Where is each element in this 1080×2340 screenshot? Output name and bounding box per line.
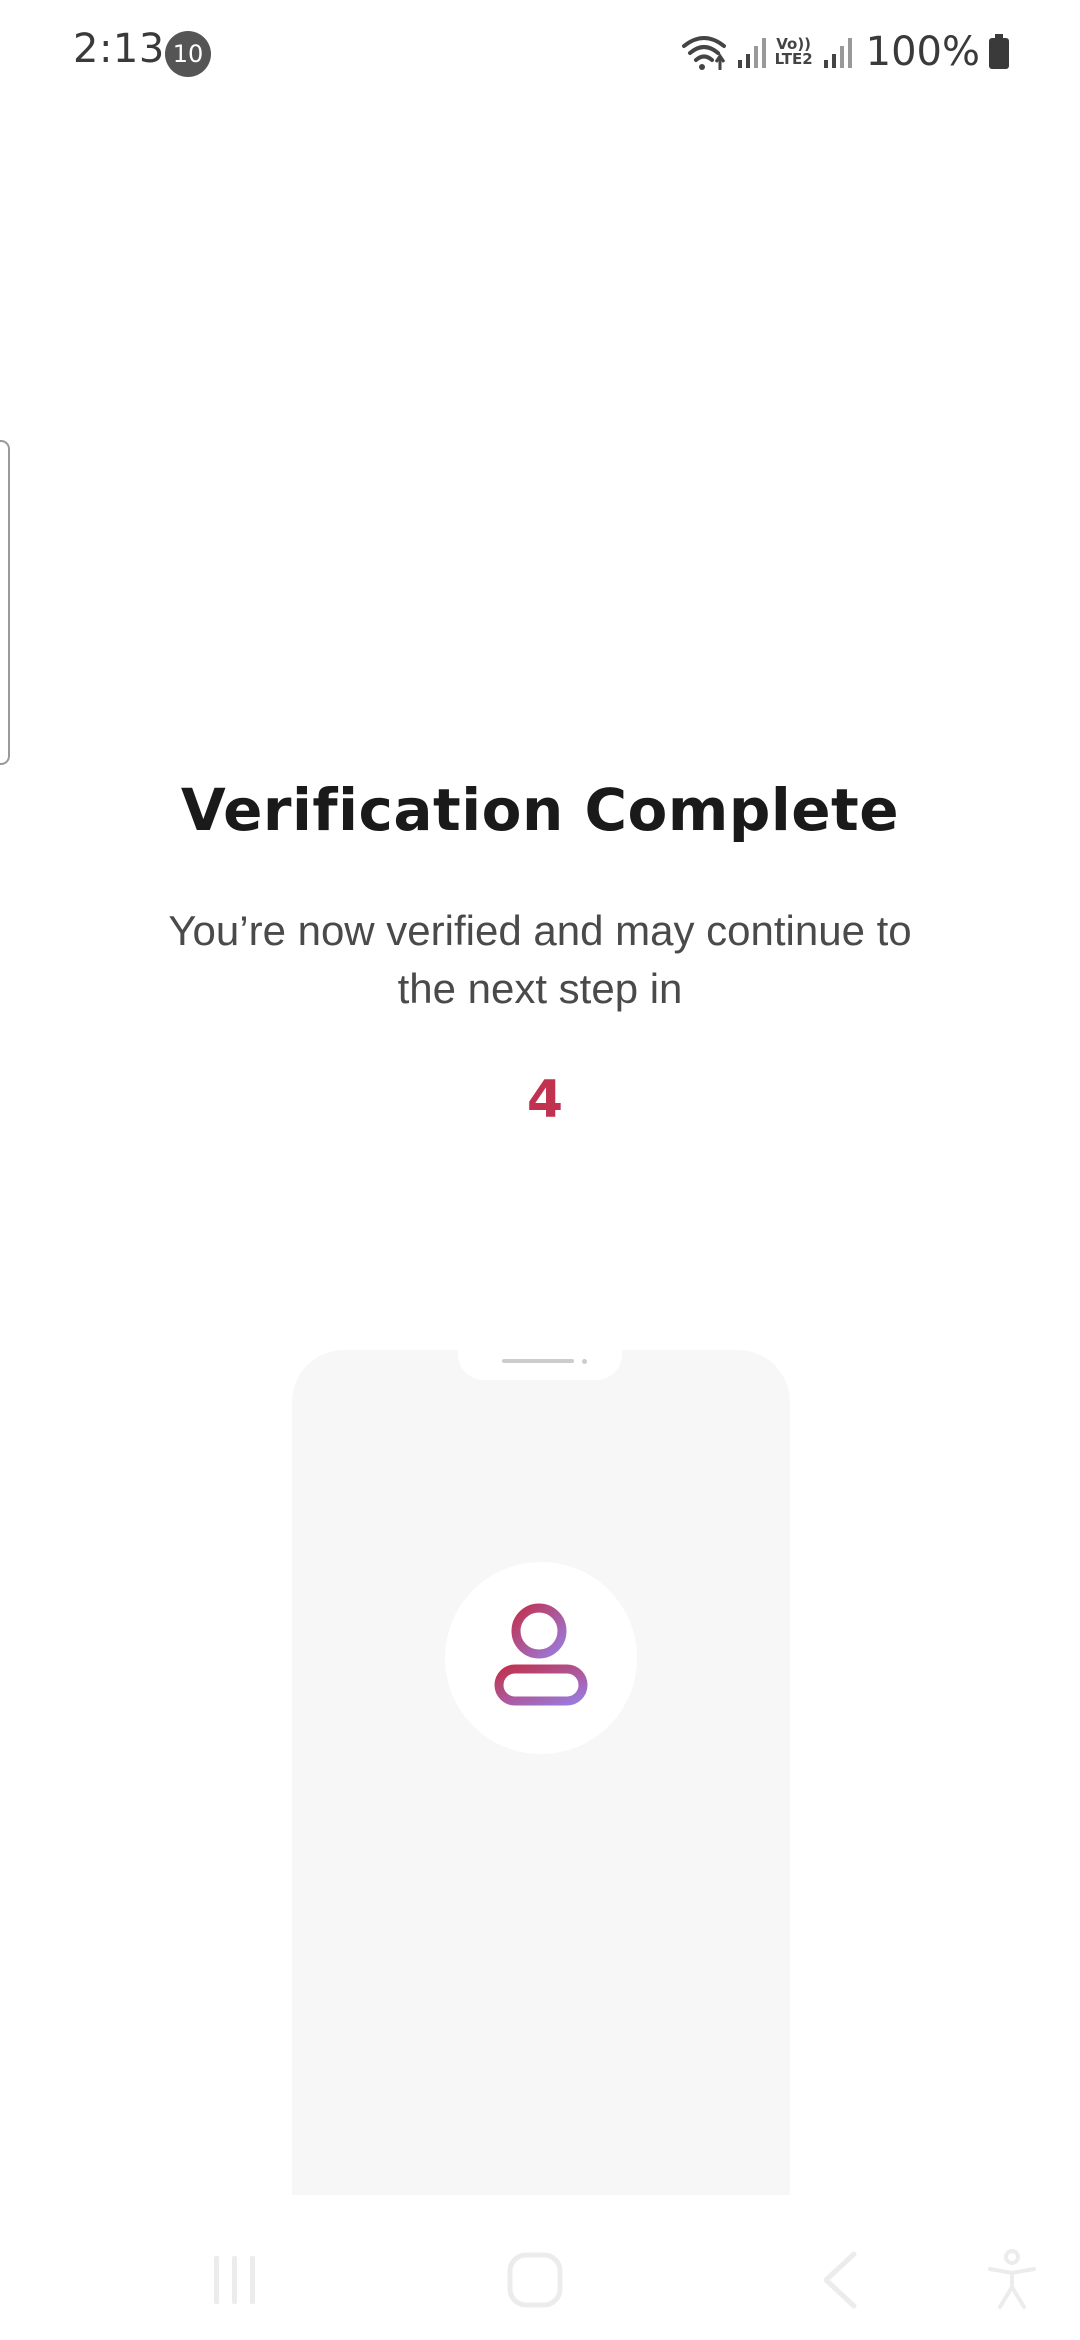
battery-icon	[988, 34, 1010, 70]
home-button[interactable]	[495, 2242, 575, 2322]
battery-percent: 100%	[865, 29, 980, 75]
phone-notch	[458, 1350, 622, 1380]
wifi-icon	[680, 32, 728, 72]
countdown-number: 4	[526, 1070, 564, 1130]
back-icon	[818, 2250, 862, 2314]
accessibility-icon	[986, 2249, 1038, 2315]
notch-speaker	[502, 1359, 574, 1363]
volte-label: Vo)) LTE2	[774, 35, 813, 68]
accessibility-button[interactable]	[972, 2242, 1052, 2322]
status-bar: 2:13 10 Vo)) LTE2 100%	[0, 0, 1080, 105]
recent-apps-icon	[210, 2252, 260, 2312]
system-nav-bar	[0, 2220, 1080, 2340]
notification-count-badge: 10	[165, 31, 211, 77]
recent-apps-button[interactable]	[195, 2242, 275, 2322]
verification-message: You’re now verified and may continue to …	[168, 907, 912, 1012]
user-profile-icon	[491, 1601, 591, 1715]
back-button[interactable]	[800, 2242, 880, 2322]
phone-illustration	[292, 1350, 790, 2195]
edge-panel-handle[interactable]	[0, 440, 10, 765]
avatar	[445, 1562, 637, 1754]
status-icons: Vo)) LTE2 100%	[680, 24, 1010, 80]
home-icon	[506, 2251, 564, 2313]
page-title: Verification Complete	[180, 776, 900, 844]
signal-icon-1	[736, 34, 766, 70]
notch-camera	[582, 1359, 587, 1364]
signal-icon-2	[822, 34, 852, 70]
status-time: 2:13	[73, 26, 165, 72]
